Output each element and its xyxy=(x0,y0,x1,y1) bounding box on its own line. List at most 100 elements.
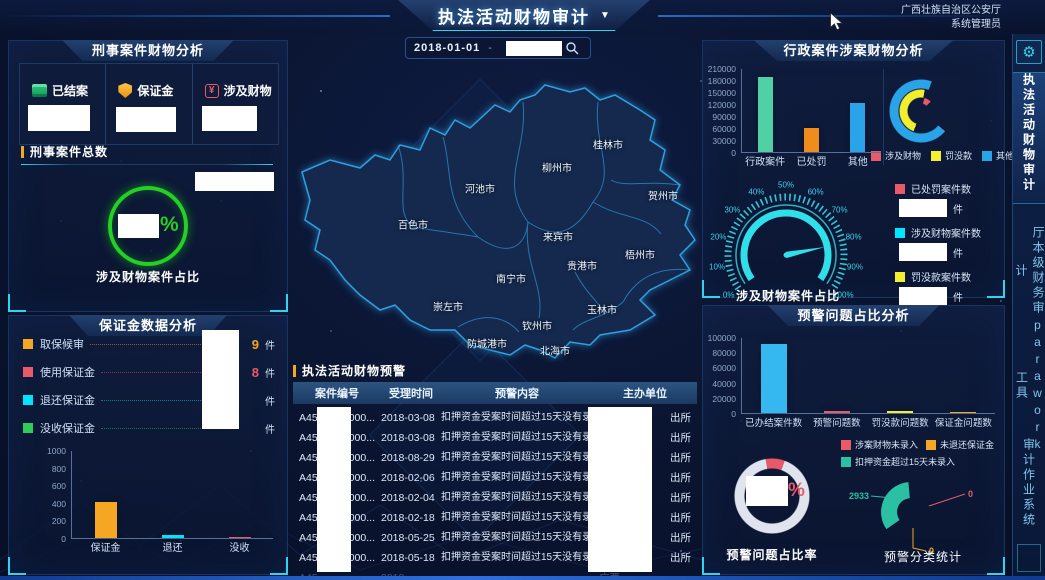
settings-tab[interactable]: ⚙ xyxy=(1016,40,1042,64)
date-range-filter[interactable]: 2018-01-01 - xyxy=(405,37,591,59)
map-outline xyxy=(293,62,703,362)
map-city-label: 河池市 xyxy=(465,181,495,196)
sidebar-bottom-box[interactable] xyxy=(1017,544,1041,572)
legend-item: 罚没款 xyxy=(931,149,972,162)
org-suffix: 出所 xyxy=(670,508,691,528)
search-button[interactable] xyxy=(562,39,582,57)
map-city-label: 玉林市 xyxy=(587,302,617,317)
map-city-label: 北海市 xyxy=(540,343,570,358)
legend-label-row: 罚没款案件数 xyxy=(895,269,1001,284)
legend-label-row: 涉及财物案件数 xyxy=(895,225,1001,240)
gauge-tick-label: 70% xyxy=(832,206,848,215)
redaction-box xyxy=(28,105,90,131)
table-header-row: 案件编号 受理时间 预警内容 主办单位 xyxy=(293,382,697,404)
ratio-gauge-chart: 0%10%20%30%40%50%60%70%80%90%100% xyxy=(711,177,861,292)
stat-bail-money: 保证金 xyxy=(106,64,192,144)
panel-title-plate: 行政案件涉案财物分析 xyxy=(753,40,953,61)
cell-content: .................. xyxy=(441,568,593,576)
sidebar-item-label: parawork工具 xyxy=(1014,318,1045,454)
page-title: 执法活动财物审计 xyxy=(438,3,590,28)
legend-label: 涉案财物未录入 xyxy=(855,438,918,451)
gauge-caption: 涉及财物案件占比 xyxy=(713,287,863,304)
start-date-value[interactable]: 2018-01-01 xyxy=(414,42,480,54)
map-city-label: 柳州市 xyxy=(542,160,572,175)
org-suffix: 出所 xyxy=(670,448,691,468)
map-city-label: 南宁市 xyxy=(496,271,526,286)
chart-category-label: 罚没款问题数 xyxy=(872,415,929,429)
column-header: 受理时间 xyxy=(381,385,441,401)
cell-date: 2018-05-25 xyxy=(381,528,441,548)
chart-bar xyxy=(95,502,117,538)
chart-bar-group: 保证金问题数 xyxy=(932,338,995,413)
legend-color-swatch xyxy=(23,339,33,349)
org-suffix: 出所 xyxy=(670,428,691,448)
bottom-accent-strip xyxy=(0,576,1045,580)
stat-label: 涉及财物 xyxy=(224,82,272,99)
panel-title-plate: 预警问题占比分析 xyxy=(767,305,939,326)
legend-label: 涉及财物 xyxy=(885,149,921,162)
chart-bar-group: 退还 xyxy=(139,451,206,538)
map-city-label: 防城港市 xyxy=(467,336,507,351)
sidebar-item[interactable]: parawork工具 xyxy=(1013,318,1045,436)
case-suffix: .... xyxy=(363,568,375,576)
sidebar-item[interactable]: 厅本级财务审计 xyxy=(1013,225,1045,317)
legend-unit: 件 xyxy=(265,365,279,380)
legend-label: 罚没款案件数 xyxy=(911,269,971,284)
header-line-left xyxy=(0,15,390,17)
redaction-box xyxy=(899,287,947,305)
orange-tick-decoration xyxy=(21,146,24,158)
sidebar-item[interactable]: 执法活动财物审计 xyxy=(1013,72,1045,204)
warning-bar-chart: 100000800006000040000200000已办结案件数预警问题数罚没… xyxy=(705,338,995,414)
criminal-case-panel: 刑事案件财物分析 已结案 保证金 ¥ 涉及财物 刑事案件总数 xyxy=(8,40,288,312)
gauge-tick-labels: 0%10%20%30%40%50%60%70%80%90%100% xyxy=(711,177,861,292)
bail-data-panel: 保证金数据分析 取保候审9件使用保证金8件退还保证金件没收保证金件 100080… xyxy=(8,315,288,575)
chart-bar xyxy=(229,537,251,538)
org-suffix: 出所 xyxy=(670,468,691,488)
stat-label: 已结案 xyxy=(52,82,88,99)
cell-content: 扣押资金受案时间超过15天没有录入 xyxy=(441,508,593,528)
chart-bar-group: 已处罚 xyxy=(788,69,834,152)
chart-bar xyxy=(162,535,184,538)
chart-y-axis: 2100001800001500001200009000060000300000 xyxy=(705,69,741,153)
chart-category-label: 已办结案件数 xyxy=(745,415,802,429)
chevron-down-icon[interactable]: ▼ xyxy=(600,10,610,21)
cell-date: 2018-03-08 xyxy=(381,428,441,448)
map-city-label: 梧州市 xyxy=(625,247,655,262)
redaction-box xyxy=(202,330,239,429)
org-suffix: .. xyxy=(685,568,691,576)
org-suffix: 出所 xyxy=(670,548,691,568)
cell-date: 2018-08-29 xyxy=(381,448,441,468)
search-icon xyxy=(565,41,579,55)
column-header: 案件编号 xyxy=(293,385,381,401)
legend-item: 其他 xyxy=(982,149,1014,162)
map-city-label: 来宾市 xyxy=(543,229,573,244)
redaction-box xyxy=(506,41,562,56)
chart-bar xyxy=(761,344,787,413)
section-title: 刑事案件总数 xyxy=(21,143,108,160)
map-city-label: 钦州市 xyxy=(522,318,552,333)
chart-category-label: 退还 xyxy=(163,539,183,554)
legend-color-swatch xyxy=(23,367,33,377)
legend-unit: 件 xyxy=(953,201,963,216)
cell-date: 2018-02-06 xyxy=(381,468,441,488)
cell-content: 扣押资金受案时间超过15天没有录入 xyxy=(441,428,593,448)
legend-color-swatch xyxy=(931,151,941,161)
legend-color-swatch xyxy=(982,151,992,161)
chart-y-axis: 100000800006000040000200000 xyxy=(705,338,741,414)
legend-item: 已处罚案件数件 xyxy=(895,181,1001,217)
gear-icon: ⚙ xyxy=(1022,45,1035,60)
app-title-plate: 执法活动财物审计 ▼ xyxy=(398,0,650,31)
redaction-box xyxy=(202,106,257,131)
column-header: 预警内容 xyxy=(441,385,593,401)
sidebar-item[interactable]: 审计作业系统 xyxy=(1013,438,1045,538)
chart-category-label: 行政案件 xyxy=(745,153,785,168)
redaction-box xyxy=(588,407,652,572)
orange-tick-decoration xyxy=(293,365,296,377)
legend-dotted-line xyxy=(90,344,219,345)
chart-bar xyxy=(887,411,913,413)
guangxi-province-map[interactable]: 桂林市柳州市贺州市河池市百色市来宾市梧州市贵港市南宁市玉林市崇左市钦州市防城港市… xyxy=(293,62,703,362)
legend-label: 取保候审 xyxy=(40,336,84,352)
legend-color-swatch xyxy=(895,228,905,238)
chart-bar-group: 其他 xyxy=(835,69,881,152)
legend-item: 罚没款案件数件 xyxy=(895,269,1001,305)
